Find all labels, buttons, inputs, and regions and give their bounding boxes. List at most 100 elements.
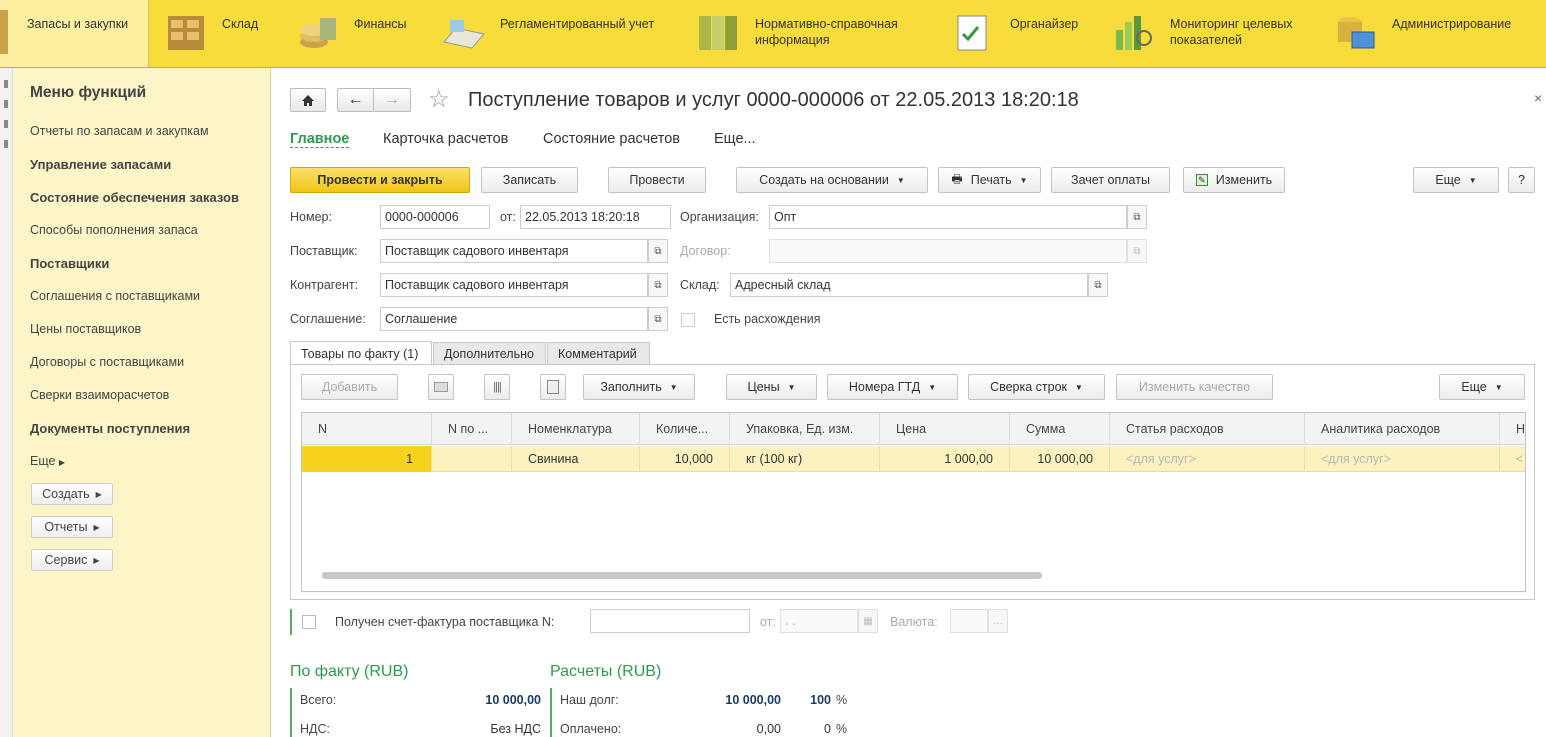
menu-item-stock-reports[interactable]: Отчеты по запасам и закупкам (30, 124, 209, 138)
cell-n-po[interactable] (432, 446, 512, 472)
table-more-button[interactable]: Еще ▼ (1439, 374, 1525, 400)
col-n-po[interactable]: N по ... (432, 413, 512, 445)
col-quantity[interactable]: Количе... (640, 413, 730, 445)
post-button[interactable]: Провести (608, 167, 706, 193)
cell-analytics[interactable]: <для услуг> (1305, 446, 1500, 472)
cell-sum[interactable]: 10 000,00 (1010, 446, 1110, 472)
favorite-star-icon[interactable]: ☆ (428, 85, 450, 114)
prices-button[interactable]: Цены ▼ (726, 374, 817, 400)
tab-settlement-status[interactable]: Состояние расчетов (543, 131, 680, 147)
create-based-on-button[interactable]: Создать на основании ▼ (736, 167, 928, 193)
invoice-received-checkbox[interactable] (302, 615, 316, 629)
gtd-numbers-button[interactable]: Номера ГТД ▼ (827, 374, 958, 400)
section-warehouse[interactable]: Склад (164, 0, 284, 67)
change-quality-button[interactable]: Изменить качество (1116, 374, 1273, 400)
create-button[interactable]: Создать ▶ (31, 483, 113, 505)
reports-button[interactable]: Отчеты ▶ (31, 516, 113, 538)
print-button[interactable]: 🖶 Печать ▼ (938, 167, 1041, 193)
close-icon[interactable]: × (1534, 90, 1542, 106)
forward-button[interactable]: → (373, 88, 411, 112)
col-analytics[interactable]: Аналитика расходов (1305, 413, 1500, 445)
open-warehouse-icon[interactable]: ⧉ (1088, 273, 1108, 297)
clipboard-button[interactable] (540, 374, 566, 400)
section-reference-info[interactable]: Нормативно-справочная информация (697, 0, 942, 67)
post-and-close-button[interactable]: Провести и закрыть (290, 167, 470, 193)
section-finance[interactable]: Финансы (296, 0, 436, 67)
cell-pack[interactable]: кг (100 кг) (730, 446, 880, 472)
menu-item-supplier-agreements[interactable]: Соглашения с поставщиками (30, 289, 200, 303)
barcode-button[interactable]: |||| (484, 374, 510, 400)
counterparty-field[interactable]: Поставщик садового инвентаря (380, 273, 648, 297)
section-monitoring[interactable]: Мониторинг целевых показателей (1112, 0, 1322, 67)
currency-select-icon[interactable]: … (988, 609, 1008, 633)
cell-item[interactable]: Свинина (512, 446, 640, 472)
agreement-field[interactable]: Соглашение (380, 307, 648, 331)
col-n[interactable]: N (302, 413, 432, 445)
tab-settlement-card[interactable]: Карточка расчетов (383, 131, 508, 147)
debt-label: Наш долг: (560, 693, 619, 707)
open-counterparty-icon[interactable]: ⧉ (648, 273, 668, 297)
help-button[interactable]: ? (1508, 167, 1535, 193)
cell-price[interactable]: 1 000,00 (880, 446, 1010, 472)
contract-field[interactable] (769, 239, 1127, 263)
menu-item-order-supply-status[interactable]: Состояние обеспечения заказов (30, 190, 239, 205)
tab-comment[interactable]: Комментарий (547, 342, 650, 364)
service-button[interactable]: Сервис ▶ (31, 549, 113, 571)
menu-item-suppliers[interactable]: Поставщики (30, 256, 109, 271)
tab-more[interactable]: Еще... (714, 131, 756, 147)
menu-item-reconciliations[interactable]: Сверки взаиморасчетов (30, 388, 169, 402)
menu-more-link[interactable]: Еще ▶ (30, 454, 65, 468)
col-price[interactable]: Цена (880, 413, 1010, 445)
warehouse-field[interactable]: Адресный склад (730, 273, 1088, 297)
menu-item-receipt-documents[interactable]: Документы поступления (30, 421, 190, 436)
organization-field[interactable]: Опт (769, 205, 1127, 229)
section-administration[interactable]: Администрирование (1334, 0, 1534, 67)
discrepancy-checkbox[interactable] (681, 313, 695, 327)
open-contract-icon[interactable]: ⧉ (1127, 239, 1147, 263)
open-agreement-icon[interactable]: ⧉ (648, 307, 668, 331)
section-regulated-accounting[interactable]: Регламентированный учет (442, 0, 692, 67)
home-button[interactable] (290, 88, 326, 112)
menu-item-inventory-management[interactable]: Управление запасами (30, 157, 171, 172)
supplier-field[interactable]: Поставщик садового инвентаря (380, 239, 648, 263)
organization-label: Организация: (680, 210, 759, 224)
edit-button[interactable]: ✎ Изменить (1183, 167, 1285, 193)
calendar-icon[interactable]: ▦ (858, 609, 878, 633)
open-supplier-icon[interactable]: ⧉ (648, 239, 668, 263)
open-organization-icon[interactable]: ⧉ (1127, 205, 1147, 229)
cell-n[interactable]: 1 (302, 446, 432, 472)
more-button[interactable]: Еще ▼ (1413, 167, 1499, 193)
invoice-number-field[interactable] (590, 609, 750, 633)
reconcile-rows-button[interactable]: Сверка строк ▼ (968, 374, 1105, 400)
add-row-button[interactable]: Добавить (301, 374, 398, 400)
col-item[interactable]: Номенклатура (512, 413, 640, 445)
cell-expense[interactable]: <для услуг> (1110, 446, 1305, 472)
fill-button[interactable]: Заполнить ▼ (583, 374, 695, 400)
section-organizer[interactable]: Органайзер (952, 0, 1102, 67)
col-expense[interactable]: Статья расходов (1110, 413, 1305, 445)
tab-additional[interactable]: Дополнительно (433, 342, 546, 364)
sections-panel: Запасы и закупки Склад Финансы Регламент… (0, 0, 1546, 68)
date-field[interactable]: 22.05.2013 18:20:18 (520, 205, 671, 229)
currency-field[interactable] (950, 609, 988, 633)
table-row[interactable]: 1 Свинина 10,000 кг (100 кг) 1 000,00 10… (302, 446, 1525, 472)
cell-quantity[interactable]: 10,000 (640, 446, 730, 472)
section-stock-purchases[interactable]: Запасы и закупки (0, 0, 149, 67)
tab-main[interactable]: Главное (290, 131, 350, 148)
col-sum[interactable]: Сумма (1010, 413, 1110, 445)
menu-item-replenishment-methods[interactable]: Способы пополнения запаса (30, 223, 198, 237)
tab-goods-actual[interactable]: Товары по факту (1) (290, 341, 432, 365)
number-field[interactable]: 0000-000006 (380, 205, 490, 229)
menu-item-supplier-prices[interactable]: Цены поставщиков (30, 322, 141, 336)
col-pack[interactable]: Упаковка, Ед. изм. (730, 413, 880, 445)
col-extra[interactable]: Н (1500, 413, 1525, 445)
back-button[interactable]: ← (337, 88, 373, 112)
offset-payment-button[interactable]: Зачет оплаты (1051, 167, 1170, 193)
monitoring-icon (1116, 16, 1152, 50)
pick-items-button[interactable] (428, 374, 454, 400)
invoice-date-field[interactable]: . . (780, 609, 858, 633)
menu-item-supplier-contracts[interactable]: Договоры с поставщиками (30, 355, 184, 369)
horizontal-scrollbar[interactable] (322, 572, 1042, 579)
save-button[interactable]: Записать (481, 167, 578, 193)
cell-extra[interactable]: < (1500, 446, 1525, 472)
